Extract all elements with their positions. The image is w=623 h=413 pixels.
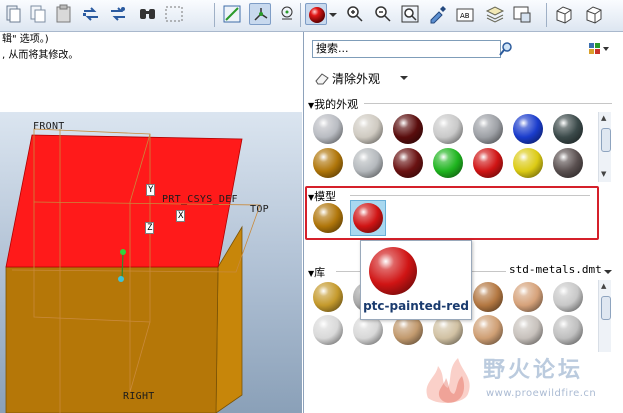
- model-label: 模型: [314, 190, 337, 203]
- eraser-icon: [315, 73, 329, 85]
- appearance-swatch[interactable]: [513, 114, 543, 144]
- view-options-icon[interactable]: [588, 42, 612, 56]
- section-library[interactable]: ▼库: [308, 264, 325, 280]
- library-scrollbar[interactable]: ▲: [598, 280, 611, 352]
- appearance-swatch[interactable]: [393, 148, 423, 178]
- tooltip-sphere-preview: [369, 247, 417, 295]
- axis-label-x: X: [176, 210, 186, 222]
- library-appearance-swatch[interactable]: [553, 282, 583, 312]
- section-model[interactable]: ▼模型: [308, 188, 336, 204]
- appearance-swatch[interactable]: [553, 148, 583, 178]
- appearance-swatch[interactable]: [473, 114, 503, 144]
- watermark-url: www.proewildfire.cn: [486, 388, 597, 399]
- tooltip-appearance-name: ptc-painted-red: [363, 299, 469, 313]
- refit-icon[interactable]: [399, 3, 421, 25]
- cut-icon[interactable]: [2, 3, 24, 25]
- toolbar-separator: [300, 3, 301, 27]
- watermark-flame-logo: [426, 358, 470, 403]
- zoom-in-icon[interactable]: [344, 3, 366, 25]
- axis-label-y: Y: [146, 184, 156, 196]
- toolbar-separator: [214, 3, 215, 27]
- search-input[interactable]: 搜索...: [312, 40, 501, 58]
- dropdown-arrow-icon[interactable]: [326, 3, 340, 25]
- appearance-swatch[interactable]: [433, 148, 463, 178]
- appearance-swatch[interactable]: [313, 148, 343, 178]
- library-appearance-swatch[interactable]: [473, 315, 503, 345]
- layers-icon[interactable]: [484, 3, 506, 25]
- appearance-swatch[interactable]: [553, 114, 583, 144]
- library-appearance-swatch[interactable]: [473, 282, 503, 312]
- repaint-icon[interactable]: [426, 3, 448, 25]
- library-file-name[interactable]: std-metals.dmt: [509, 263, 602, 276]
- library-label: 库: [314, 266, 326, 279]
- library-appearance-swatch[interactable]: [313, 282, 343, 312]
- message-area: 辑" 选项。) , 从而将其修改。: [0, 32, 302, 112]
- toolbar-separator: [546, 3, 547, 27]
- datum-label-right: RIGHT: [123, 391, 155, 402]
- search-icon[interactable]: [499, 40, 513, 58]
- appearance-swatch[interactable]: [353, 114, 383, 144]
- library-appearance-swatch[interactable]: [313, 315, 343, 345]
- message-line-2: , 从而将其修改。: [2, 50, 79, 61]
- view-manager-icon[interactable]: [511, 3, 533, 25]
- datum-label-csys: PRT_CSYS_DEF: [162, 194, 238, 205]
- regenerate-icon[interactable]: [80, 3, 102, 25]
- zoom-out-icon[interactable]: [372, 3, 394, 25]
- graphics-viewport[interactable]: FRONT PRT_CSYS_DEF TOP RIGHT Y X Z: [0, 112, 302, 413]
- orient-icon[interactable]: [583, 3, 605, 25]
- annotation-icon[interactable]: AB: [454, 3, 476, 25]
- appearance-swatch[interactable]: [473, 148, 503, 178]
- csys-display-icon[interactable]: [249, 3, 271, 25]
- svg-text:AB: AB: [460, 12, 470, 20]
- model-box: [5, 128, 261, 413]
- section-divider: [364, 103, 612, 104]
- csys-origin: [120, 249, 126, 255]
- my-appearances-scrollbar[interactable]: ▲ ▼: [598, 112, 611, 182]
- section-my-appearances[interactable]: ▼我的外观: [308, 96, 358, 112]
- library-appearance-swatch[interactable]: [513, 282, 543, 312]
- appearance-swatch[interactable]: [393, 114, 423, 144]
- axis-label-z: Z: [145, 222, 155, 234]
- watermark-text: 野火论坛: [483, 358, 584, 383]
- datum-display-icon[interactable]: [221, 3, 243, 25]
- appearance-swatch[interactable]: [433, 114, 463, 144]
- message-line-1: 辑" 选项。): [2, 34, 49, 45]
- model-appearance-swatch[interactable]: [353, 203, 383, 233]
- model-appearance-swatch[interactable]: [313, 203, 343, 233]
- datum-label-front: FRONT: [33, 121, 65, 132]
- library-appearance-swatch[interactable]: [553, 315, 583, 345]
- main-toolbar: AB: [0, 0, 623, 32]
- clear-appearance-button[interactable]: 清除外观: [314, 69, 414, 87]
- copy-icon[interactable]: [27, 3, 49, 25]
- library-appearance-swatch[interactable]: [513, 315, 543, 345]
- appearance-swatch[interactable]: [513, 148, 543, 178]
- spin-center-icon[interactable]: [276, 3, 298, 25]
- library-dropdown-icon[interactable]: [604, 268, 612, 276]
- csys-point: [118, 276, 124, 282]
- chevron-down-icon: [400, 76, 408, 80]
- scroll-thumb[interactable]: [601, 296, 611, 320]
- saved-view-icon[interactable]: [553, 3, 575, 25]
- appearance-swatch[interactable]: [313, 114, 343, 144]
- box-front-face: [5, 266, 219, 413]
- section-divider: [350, 195, 590, 196]
- regenerate-manager-icon[interactable]: [107, 3, 129, 25]
- paste-icon[interactable]: [53, 3, 75, 25]
- appearance-tooltip: ptc-painted-red: [360, 240, 472, 320]
- clear-appearance-label: 清除外观: [332, 72, 381, 86]
- appearance-swatch[interactable]: [353, 148, 383, 178]
- select-box-icon[interactable]: [163, 3, 185, 25]
- appearance-gallery-icon[interactable]: [305, 3, 327, 25]
- datum-label-top: TOP: [250, 204, 269, 215]
- my-appearances-label: 我的外观: [314, 98, 359, 111]
- scroll-thumb[interactable]: [601, 128, 611, 152]
- find-icon[interactable]: [137, 3, 159, 25]
